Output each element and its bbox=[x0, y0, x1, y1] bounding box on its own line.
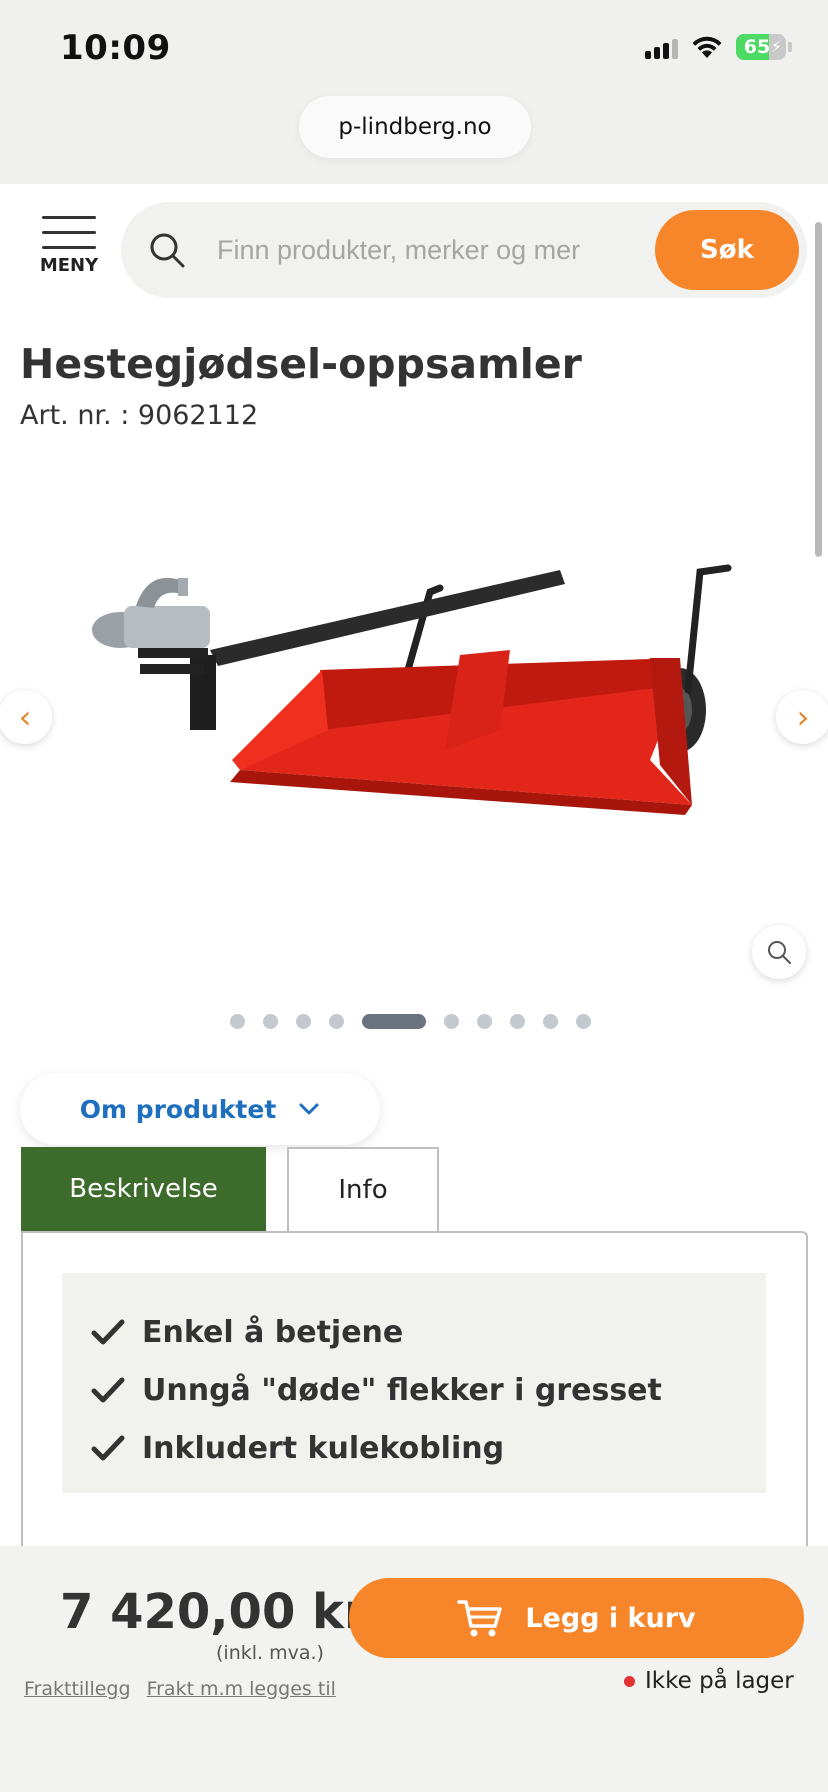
stock-indicator-icon bbox=[624, 1675, 635, 1687]
status-time: 10:09 bbox=[60, 28, 171, 68]
stock-status: Ikke på lager bbox=[624, 1668, 794, 1694]
scrollbar[interactable] bbox=[815, 222, 822, 557]
site-header: MENY Søk bbox=[0, 184, 828, 304]
chevron-left-icon: ‹ bbox=[18, 698, 32, 736]
freight-note-link[interactable]: Frakt m.m legges til bbox=[147, 1678, 336, 1700]
feature-text: Inkludert kulekobling bbox=[142, 1430, 505, 1466]
feature-text: Enkel å betjene bbox=[142, 1314, 404, 1350]
check-icon bbox=[91, 1377, 125, 1403]
gallery-dot[interactable] bbox=[575, 1013, 591, 1029]
browser-chrome: 10:09 65 ⚡ p-lindberg.no bbox=[0, 0, 828, 184]
zoom-button[interactable] bbox=[752, 925, 806, 979]
freight-fee-link[interactable]: Frakttillegg bbox=[24, 1678, 131, 1700]
cart-icon bbox=[457, 1600, 503, 1637]
gallery-dot[interactable] bbox=[476, 1013, 492, 1029]
search-input[interactable] bbox=[217, 228, 657, 272]
gallery-pagination bbox=[0, 1013, 828, 1029]
list-item: Enkel å betjene bbox=[90, 1303, 766, 1361]
add-to-cart-label: Legg i kurv bbox=[525, 1602, 696, 1634]
gallery-next-button[interactable]: › bbox=[776, 690, 828, 744]
gallery-dot[interactable] bbox=[542, 1013, 558, 1029]
gallery-prev-button[interactable]: ‹ bbox=[0, 690, 52, 744]
tab-info[interactable]: Info bbox=[287, 1147, 439, 1231]
url-text: p-lindberg.no bbox=[338, 114, 492, 140]
search-button[interactable]: Søk bbox=[655, 210, 799, 290]
stock-status-text: Ikke på lager bbox=[645, 1668, 794, 1694]
battery-icon: 65 ⚡ bbox=[736, 34, 792, 60]
product-title: Hestegjødsel-oppsamler bbox=[20, 340, 582, 388]
search-icon bbox=[150, 233, 185, 268]
menu-label: MENY bbox=[39, 255, 99, 276]
check-icon bbox=[91, 1319, 125, 1345]
chevron-down-icon bbox=[299, 1103, 319, 1115]
check-icon bbox=[91, 1435, 125, 1461]
gallery-dot[interactable] bbox=[262, 1013, 278, 1029]
vat-note: (inkl. mva.) bbox=[216, 1642, 324, 1664]
gallery-dot[interactable] bbox=[229, 1013, 245, 1029]
address-bar[interactable]: p-lindberg.no bbox=[299, 96, 531, 158]
about-product-toggle[interactable]: Om produktet bbox=[20, 1073, 380, 1145]
gallery-dot[interactable] bbox=[295, 1013, 311, 1029]
product-image[interactable] bbox=[90, 560, 740, 840]
search-bar: Søk bbox=[121, 202, 807, 298]
chevron-right-icon: › bbox=[796, 698, 810, 736]
feature-list: Enkel å betjene Unngå "døde" flekker i g… bbox=[62, 1273, 766, 1493]
list-item: Inkludert kulekobling bbox=[90, 1419, 766, 1477]
menu-button[interactable]: MENY bbox=[38, 216, 100, 284]
list-item: Unngå "døde" flekker i gresset bbox=[90, 1361, 766, 1419]
purchase-bar: 7 420,00 kr (inkl. mva.) Frakttillegg Fr… bbox=[0, 1546, 828, 1792]
article-number: Art. nr. : 9062112 bbox=[20, 400, 259, 431]
freight-links: Frakttillegg Frakt m.m legges til bbox=[24, 1678, 336, 1700]
add-to-cart-button[interactable]: Legg i kurv bbox=[349, 1578, 804, 1658]
product-price: 7 420,00 kr bbox=[60, 1584, 368, 1640]
tab-beskrivelse[interactable]: Beskrivelse bbox=[21, 1147, 266, 1231]
about-product-label: Om produktet bbox=[79, 1094, 277, 1124]
gallery-dot[interactable] bbox=[328, 1013, 344, 1029]
gallery-dot-active[interactable] bbox=[361, 1013, 426, 1029]
feature-text: Unngå "døde" flekker i gresset bbox=[142, 1372, 662, 1408]
zoom-icon bbox=[768, 941, 791, 964]
gallery-dot[interactable] bbox=[509, 1013, 525, 1029]
status-icons: 65 ⚡ bbox=[645, 34, 792, 60]
gallery-dot[interactable] bbox=[443, 1013, 459, 1029]
wifi-icon bbox=[692, 36, 722, 58]
cellular-signal-icon bbox=[645, 35, 678, 59]
